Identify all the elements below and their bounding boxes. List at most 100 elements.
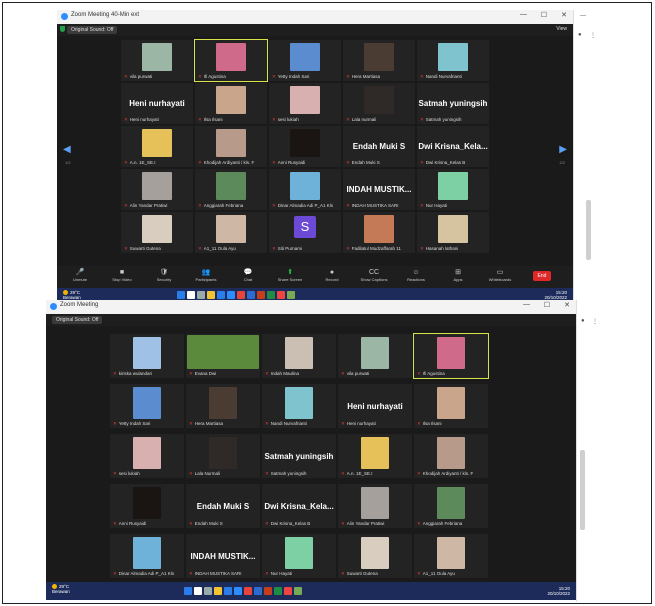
participant-tile[interactable]: ✕ Suwarti Gutena — [338, 534, 412, 578]
acrobat-icon[interactable] — [277, 291, 285, 299]
participant-tile[interactable]: ✕ Dinar Almadia Adi P_A1 Kls — [269, 169, 341, 210]
participant-tile[interactable]: ✕ Evana Dwi — [186, 334, 260, 378]
edge-icon[interactable] — [224, 587, 232, 595]
participant-tile[interactable]: ✕ kiriska wulandari — [110, 334, 184, 378]
toolbar-button[interactable]: 🛡 Security — [149, 268, 179, 283]
participant-tile[interactable]: ✕ Nur Hayati — [417, 169, 489, 210]
word-icon[interactable] — [247, 291, 255, 299]
file-explorer-icon[interactable] — [207, 291, 215, 299]
menu-icon[interactable]: ⋮ — [592, 318, 598, 325]
app-icon[interactable] — [294, 587, 302, 595]
participant-tile[interactable]: Endah Muki S ✕ Endah Muki S — [343, 126, 415, 167]
toolbar-button[interactable]: ■ Stop Video — [107, 268, 137, 283]
participant-tile[interactable]: ✕ Anggiarah Febriana — [195, 169, 267, 210]
close-icon[interactable]: ✕ — [564, 301, 570, 309]
start-icon[interactable] — [184, 587, 192, 595]
weather-widget[interactable]: 29°C Berawan — [63, 290, 81, 300]
participant-tile[interactable]: ✕ A1_11 Oula Ayu — [414, 534, 488, 578]
participant-tile[interactable]: ✕ Ilsa Ilsani — [414, 384, 488, 428]
participant-tile[interactable]: ✕ Yetty Indah Sari — [110, 384, 184, 428]
system-clock[interactable]: 15:20 20/10/2022 — [547, 586, 570, 596]
participant-tile[interactable]: INDAH MUSTIK... ✕ INDAH MUSTIKA SARI — [186, 534, 260, 578]
participant-tile[interactable]: ✕ Alin Yandar Pratiwi — [121, 169, 193, 210]
avatar[interactable]: ● — [578, 32, 582, 38]
participant-tile[interactable]: Dwi Krisna_Kela... ✕ Dwi Krisna_Kelas B — [262, 484, 336, 528]
menu-icon[interactable]: ⋮ — [590, 32, 596, 39]
system-clock[interactable]: 15:20 20/10/2022 — [544, 290, 567, 300]
minimize-icon[interactable]: — — [580, 13, 586, 19]
participant-tile[interactable]: ✕ Ilsa Ilsani — [195, 83, 267, 124]
participant-tile[interactable]: Endah Muki S ✕ Endah Muki S — [186, 484, 260, 528]
file-explorer-icon[interactable] — [214, 587, 222, 595]
participant-tile[interactable]: Heni nurhayati ✕ Heni nurhayati — [338, 384, 412, 428]
participant-tile[interactable]: ✕ Suwarti Gutena — [121, 212, 193, 253]
participant-tile[interactable]: ✕ Indah Maulina — [262, 334, 336, 378]
participant-tile[interactable]: ✕ Lala nurmali — [343, 83, 415, 124]
participant-tile[interactable]: ✕ Hera Martiasa — [343, 40, 415, 81]
participant-tile[interactable]: ✕ Anggiarah Febriana — [414, 484, 488, 528]
powerpoint-icon[interactable] — [257, 291, 265, 299]
next-page-icon[interactable]: ▶ — [559, 144, 567, 155]
participant-tile[interactable]: ✕ sesi lukiah — [269, 83, 341, 124]
task-view-icon[interactable] — [197, 291, 205, 299]
participant-tile[interactable]: ✕ Nandi Nurvafrianti — [417, 40, 489, 81]
toolbar-button[interactable]: ⬆ Share Screen — [275, 268, 305, 283]
chrome-icon[interactable] — [237, 291, 245, 299]
toolbar-button[interactable]: 👥 Participants — [191, 268, 221, 283]
original-sound-chip[interactable]: Original Sound: Off — [67, 26, 118, 34]
participant-tile[interactable]: ✕ Khodijah Ardiyanti / kls. F — [195, 126, 267, 167]
toolbar-button[interactable]: ● Record — [317, 268, 347, 283]
participant-tile[interactable]: ✕ A1_11 Oula Ayu — [195, 212, 267, 253]
toolbar-button[interactable]: ▭ Whiteboards — [485, 268, 515, 283]
previous-page-icon[interactable]: ◀ — [63, 144, 71, 155]
search-icon[interactable] — [187, 291, 195, 299]
edge-icon[interactable] — [217, 291, 225, 299]
zoom-icon[interactable] — [227, 291, 235, 299]
participant-tile[interactable]: ✕ Anni Rusyaidi — [269, 126, 341, 167]
participant-tile[interactable]: ✕ Ifi Agustina — [194, 39, 268, 82]
participant-tile[interactable]: ✕ Dinar Almadia Adi P_A1 Kls — [110, 534, 184, 578]
word-icon[interactable] — [254, 587, 262, 595]
minimize-icon[interactable]: — — [520, 11, 527, 18]
toolbar-button[interactable]: CC Show Captions — [359, 268, 389, 283]
participant-tile[interactable]: ✕ sesi lukiah — [110, 434, 184, 478]
end-meeting-button[interactable]: End — [533, 271, 551, 281]
excel-icon[interactable] — [274, 587, 282, 595]
participant-tile[interactable]: ✕ Lala Nurmali — [186, 434, 260, 478]
participant-tile[interactable]: INDAH MUSTIK... ✕ INDAH MUSTIKA SARI — [343, 169, 415, 210]
maximize-icon[interactable]: ☐ — [541, 11, 547, 19]
participant-tile[interactable]: ✕ Nandi Nurvafrianti — [262, 384, 336, 428]
toolbar-button[interactable]: 💬 Chat — [233, 268, 263, 283]
participant-tile[interactable]: ✕ Anni Rusyaidi — [110, 484, 184, 528]
participant-tile[interactable]: ✕ Yetty Indah Sari — [269, 40, 341, 81]
participant-tile[interactable]: ✕ Khodijah Ardiyanti / kls. F — [414, 434, 488, 478]
scrollbar[interactable] — [580, 450, 585, 530]
participant-tile[interactable]: ✕ Nur Hayati — [262, 534, 336, 578]
scrollbar[interactable] — [586, 200, 591, 260]
participant-tile[interactable]: Satmah yuningsih ✕ Satmah yuningsih — [417, 83, 489, 124]
acrobat-icon[interactable] — [284, 587, 292, 595]
close-icon[interactable]: ✕ — [561, 11, 567, 19]
participant-tile[interactable]: Dwi Krisna_Kela... ✕ Dwi Krisna_Kelas B — [417, 126, 489, 167]
participant-tile[interactable]: S ✕ Siti Purnami — [269, 212, 341, 253]
zoom-icon[interactable] — [234, 587, 242, 595]
minimize-icon[interactable]: — — [523, 301, 530, 308]
maximize-icon[interactable]: ☐ — [544, 301, 550, 309]
participant-tile[interactable]: ✕ A.n. 1E_SE.I — [121, 126, 193, 167]
participant-tile[interactable]: Satmah yuningsih ✕ Satmah yuningsih — [262, 434, 336, 478]
start-icon[interactable] — [177, 291, 185, 299]
toolbar-button[interactable]: ⊞ Apps — [443, 268, 473, 283]
participant-tile[interactable]: ✕ Alin Yandar Pratiwi — [338, 484, 412, 528]
weather-widget[interactable]: 29°C Berawan — [52, 584, 70, 594]
participant-tile[interactable]: ✕ Hasanah lathani — [417, 212, 489, 253]
participant-tile[interactable]: ✕ vila purwati — [121, 40, 193, 81]
search-icon[interactable] — [194, 587, 202, 595]
app-icon[interactable] — [287, 291, 295, 299]
avatar[interactable]: ● — [581, 318, 585, 324]
original-sound-chip[interactable]: Original Sound: Off — [52, 316, 103, 324]
participant-tile[interactable]: ✕ A.n. 1E_SE.I — [338, 434, 412, 478]
participant-tile[interactable]: ✕ vila purwati — [338, 334, 412, 378]
excel-icon[interactable] — [267, 291, 275, 299]
participant-tile[interactable]: ✕ Hera Martiasa — [186, 384, 260, 428]
toolbar-button[interactable]: 🎤 Unmute — [65, 268, 95, 283]
